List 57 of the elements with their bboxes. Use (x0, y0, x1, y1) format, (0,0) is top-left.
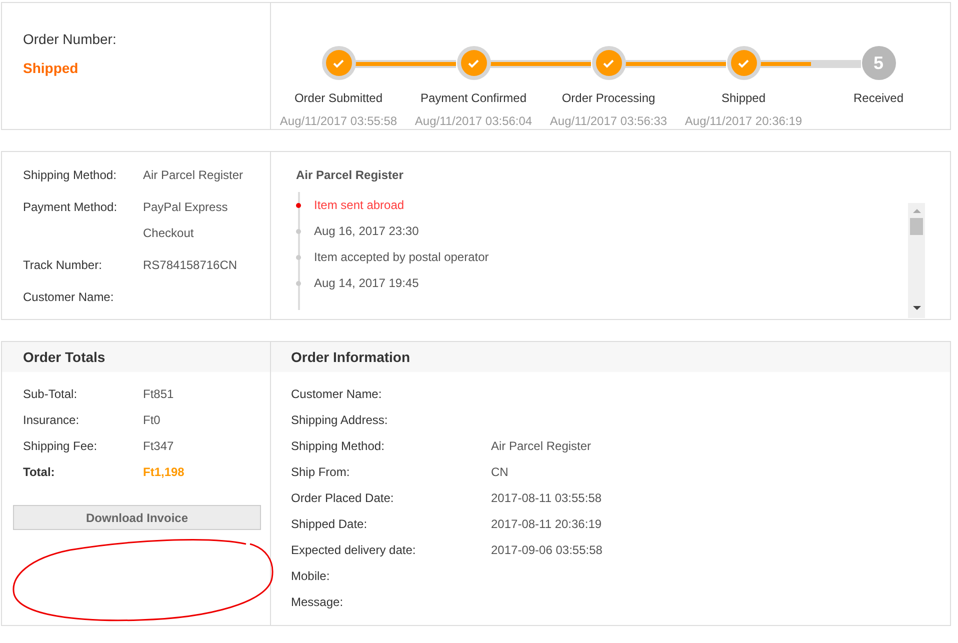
total-label: Insurance: (23, 413, 80, 427)
check-icon (333, 58, 344, 68)
info-label: Order Placed Date: (291, 491, 395, 505)
step-number: 5 (873, 52, 884, 74)
tracking-event: Aug 14, 2017 19:45 (314, 275, 419, 292)
scrollbar[interactable] (908, 203, 925, 318)
info-label: Payment Method: (23, 200, 118, 216)
info-label: Shipping Method: (23, 168, 118, 184)
info-value: RS784158716CN (143, 257, 238, 274)
info-label: Message: (291, 595, 344, 609)
info-value: 2017-09-06 03:55:58 (491, 543, 602, 557)
section-title: Order Totals (23, 348, 106, 366)
step-label: Order Submitted (294, 90, 383, 107)
total-value: Ft851 (143, 387, 174, 401)
total-value: Ft0 (143, 413, 160, 427)
tracking-event: Item accepted by postal operator (314, 249, 489, 266)
tracking-event: Item sent abroad (314, 197, 404, 214)
info-label: Shipping Method: (291, 439, 386, 453)
tracking-title: Air Parcel Register (296, 167, 404, 184)
info-value: 2017-08-11 20:36:19 (491, 517, 602, 531)
info-label: Customer Name: (291, 387, 383, 401)
scroll-up-icon[interactable] (912, 209, 920, 213)
total-value: Ft347 (143, 439, 174, 453)
download-invoice-button[interactable]: Download Invoice (13, 505, 261, 530)
info-label: Mobile: (291, 569, 331, 583)
step-date: Aug/11/2017 03:56:33 (550, 113, 668, 130)
step-date: Aug/11/2017 03:56:04 (414, 113, 532, 130)
info-value: Air Parcel Register (491, 439, 592, 453)
order-number-label: Order Number: (23, 30, 118, 49)
info-value: CN (491, 465, 508, 479)
check-icon (468, 58, 479, 68)
info-label: Customer Name: (23, 290, 115, 304)
section-title: Order Information (291, 348, 410, 366)
info-value: 2017-08-11 03:55:58 (491, 491, 602, 505)
scroll-down-icon[interactable] (912, 306, 920, 310)
total-value: Ft1,198 (143, 465, 184, 479)
check-icon (603, 58, 614, 68)
info-label: Shipping Address: (291, 413, 389, 427)
info-value: Air Parcel Register (143, 167, 244, 184)
scrollbar-thumb[interactable] (910, 218, 923, 235)
step-label: Order Processing (562, 90, 656, 107)
tracking-event: Aug 16, 2017 23:30 (314, 223, 419, 240)
info-label: Track Number: (23, 258, 103, 274)
total-label: Total: (23, 465, 56, 479)
check-icon (738, 58, 749, 68)
total-label: Sub-Total: (23, 387, 78, 401)
info-label: Shipped Date: (291, 517, 368, 531)
total-label: Shipping Fee: (23, 439, 98, 453)
step-date: Aug/11/2017 03:55:58 (280, 113, 398, 130)
step-label: Received (853, 90, 904, 107)
step-date: Aug/11/2017 20:36:19 (684, 113, 802, 130)
order-status: Shipped (23, 59, 80, 78)
step-label: Shipped (721, 90, 766, 107)
info-label: Expected delivery date: (291, 543, 417, 557)
info-label: Ship From: (291, 465, 351, 479)
info-value: PayPal Express Checkout (143, 199, 229, 242)
step-label: Payment Confirmed (420, 90, 527, 107)
